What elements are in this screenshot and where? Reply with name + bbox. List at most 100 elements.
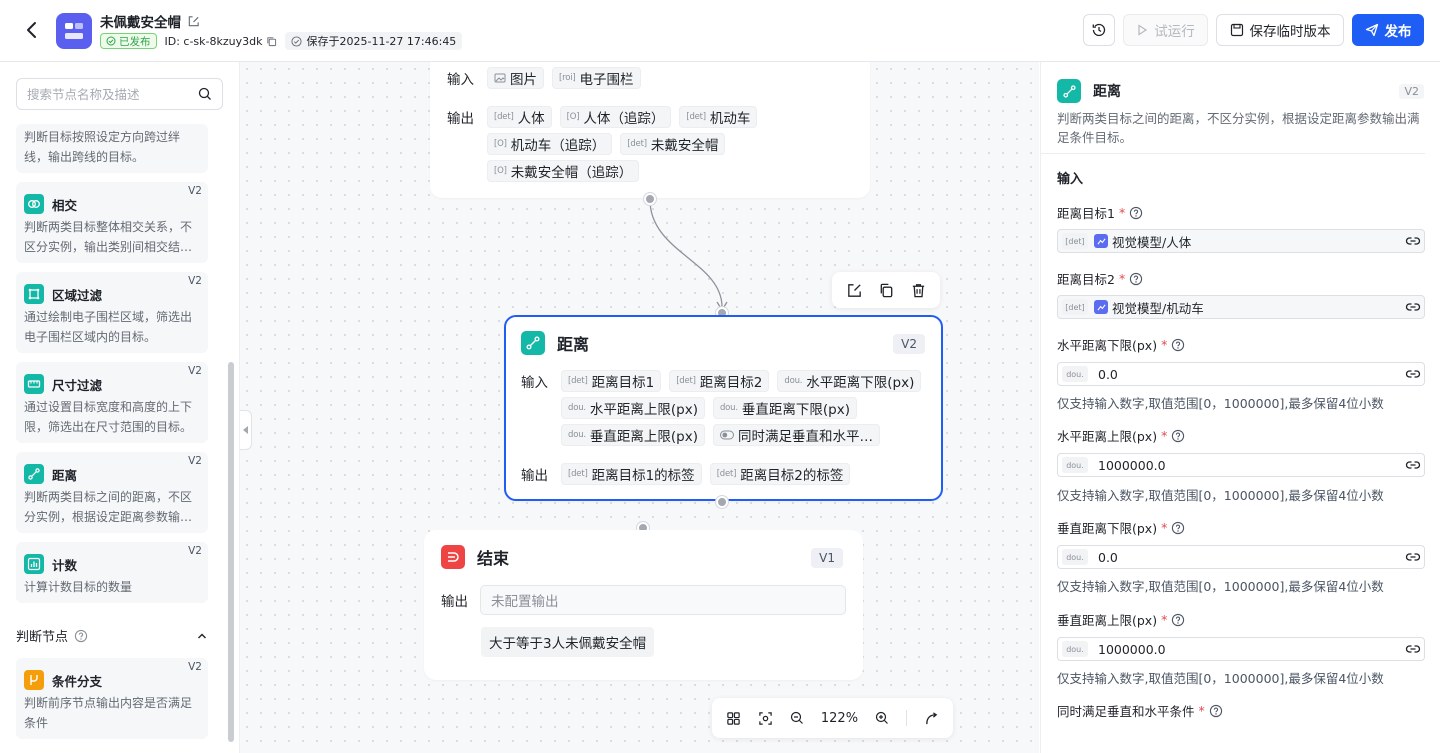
type-tag: dou. [1062,366,1088,382]
node-card-distance[interactable]: 距离 V2 判断两类目标之间的距离，不区分实例，根据设定距离参数输… [16,452,208,533]
h-min-input[interactable]: dou. 0.0 [1057,362,1425,386]
edit-title-icon[interactable] [187,15,200,28]
source-node[interactable]: 输入 图片 [roi] 电子围栏 输出 [det] 人体 [O] 人体（追踪） [de… [430,62,870,198]
node-card-count[interactable]: 计数 V2 计算计数目标的数量 [16,542,208,603]
test-run-button[interactable]: 试运行 [1123,14,1208,46]
field-label-text: 距离目标2 [1057,272,1115,287]
connector-style-button[interactable] [924,711,939,726]
node-card-region-filter[interactable]: 区域过滤 V2 通过绘制电子围栏区域，筛选出电子围栏区域内的目标。 [16,272,208,353]
save-version-button[interactable]: 保存临时版本 [1216,14,1344,46]
config-desc: 判断两类目标之间的距离，不区分实例，根据设定距离参数输出满足条件目标。 [1057,111,1420,145]
config-version: V2 [1399,84,1424,99]
field-label: 同时满足垂直和水平条件 * [1057,701,1223,720]
node-search[interactable] [16,78,223,110]
chip-text: 距离目标2 [699,375,763,391]
save-version-label: 保存临时版本 [1249,24,1331,40]
branch-icon [24,670,44,690]
publish-button[interactable]: 发布 [1352,14,1424,46]
chip-text: 电子围栏 [579,72,634,88]
field-hint: 仅支持输入数字,取值范围[0，1000000],最多保留4位小数 [1057,488,1384,503]
node-card-desc: 计算计数目标的数量 [24,580,133,594]
field-value: 视觉模型/机动车 [1094,298,1204,317]
distance-target-1-select[interactable]: [det] 视觉模型/人体 [1057,229,1425,253]
type-tag: [det] [1062,299,1088,315]
distance-node-header: 距离 [521,331,589,355]
chip-text: 机动车 [709,111,751,127]
chip-tag: [O] [494,166,507,176]
source-node-output-port[interactable] [644,193,656,205]
search-icon [198,87,211,100]
v-min-input[interactable]: dou. 0.0 [1057,545,1425,569]
node-card-title: 条件分支 [24,670,102,690]
h-max-input[interactable]: dou. 1000000.0 [1057,453,1425,477]
distance-node[interactable]: 距离 V2 输入 [det] 距离目标1 [det] 距离目标2 dou. 水平距离下… [504,315,943,501]
end-node-title: 结束 [477,549,510,568]
app-id-text: ID: c-sk-8kzuy3dk [164,34,263,48]
chip-tag: [O] [566,112,580,122]
zoom-in-button[interactable] [875,711,889,725]
distance-target-2-select[interactable]: [det] 视觉模型/机动车 [1057,295,1425,319]
link-icon[interactable] [1401,362,1425,386]
end-output-placeholder[interactable]: 未配置输出 [480,585,846,615]
fit-view-button[interactable] [758,711,773,726]
link-icon[interactable] [1401,295,1425,319]
input-label: 输入 [447,72,474,88]
help-icon [1209,704,1222,717]
chip-tag: [det] [676,376,696,386]
v-max-input[interactable]: dou. 1000000.0 [1057,637,1425,661]
link-icon[interactable] [1401,637,1425,661]
input-chip-image: 图片 [487,67,544,89]
link-icon[interactable] [1401,545,1425,569]
input-chip: 同时满足垂直和水平… [712,424,880,446]
copy-icon[interactable] [266,36,277,47]
link-icon[interactable] [1401,453,1425,477]
edit-icon [847,283,861,297]
edit-node-button[interactable] [846,282,863,299]
node-card-condition-branch[interactable]: 条件分支 V2 判断前序节点输出内容是否满足条件 [16,658,208,739]
node-card-title-text: 区域过滤 [52,287,103,303]
history-button[interactable] [1083,14,1115,46]
end-node[interactable]: 结束 V1 输出 未配置输出 大于等于3人未佩戴安全帽 [424,530,863,680]
copy-node-button[interactable] [878,282,895,299]
save-time: 保存于2025-11-27 17:46:45 [285,32,463,50]
app-title: 未佩戴安全帽 [100,11,200,31]
field-value-text: 0.0 [1098,366,1118,382]
model-icon [1094,234,1108,248]
output-chip: [O] 机动车（追踪） [487,133,613,155]
app-id: ID: c-sk-8kzuy3dk [165,35,278,48]
field-label-text: 垂直距离上限(px) [1057,613,1158,628]
back-button[interactable] [20,18,44,42]
region-filter-icon [24,284,44,304]
node-card-version: V2 [188,545,202,557]
section-title: 判断节点 [16,630,69,645]
node-card-intersect[interactable]: 相交 V2 判断两类目标整体相交关系，不区分实例，输出类别间相交结… [16,182,208,263]
collapse-left-panel-button[interactable] [240,410,252,450]
version-badge: V1 [811,548,843,568]
node-card-tripwire[interactable]: 判断目标按照设定方向跨过绊线，输出跨线的目标。 [16,124,208,173]
section-judge-nodes[interactable]: 判断节点 [16,626,208,645]
field-label-text: 水平距离下限(px) [1057,338,1158,353]
node-card-title-text: 计数 [52,557,78,573]
workflow-canvas[interactable]: 输入 图片 [roi] 电子围栏 输出 [det] 人体 [O] 人体（追踪） [de… [240,62,1039,753]
left-scrollbar[interactable] [228,362,234,742]
grid-layout-button[interactable] [726,711,741,726]
zoom-out-button[interactable] [790,711,804,725]
config-header: 距离 [1057,79,1121,103]
link-icon[interactable] [1401,229,1425,253]
distance-node-output-port[interactable] [716,496,728,508]
chip-tag: [det] [568,469,588,479]
published-badge: 已发布 [100,33,157,49]
node-card-size-filter[interactable]: 尺寸过滤 V2 通过设置目标宽度和高度的上下限，筛选出在尺寸范围的目标。 [16,362,208,443]
source-node-outputs-2: [O] 机动车（追踪） [det] 未戴安全帽 [487,133,726,155]
zoom-out-icon [790,711,803,724]
intersect-icon [24,194,44,214]
toggle-icon [719,430,734,440]
distance-icon [24,464,44,484]
field-label: 水平距离下限(px) * [1057,335,1185,354]
help-icon [1172,338,1185,351]
version-badge: V2 [893,334,925,354]
canvas-zoom-toolbar: 122% [712,698,953,738]
chip-tag: [O] [494,139,507,149]
node-search-input[interactable] [27,86,187,102]
delete-node-button[interactable] [910,282,927,299]
